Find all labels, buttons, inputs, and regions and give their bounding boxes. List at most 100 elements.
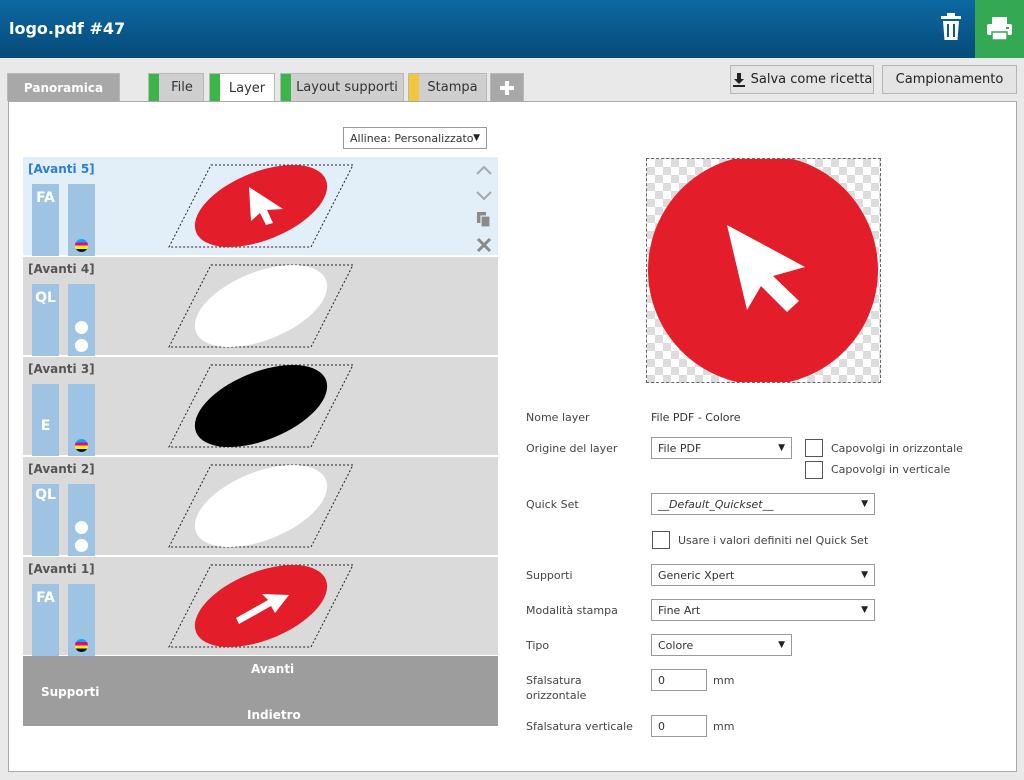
tab-layout-status-bar: [281, 74, 291, 101]
quality-tag: E: [40, 418, 51, 434]
layer-thumbnail: [168, 464, 354, 548]
ink-column: [68, 184, 95, 256]
plus-icon: [500, 80, 514, 95]
close-icon[interactable]: [473, 234, 495, 256]
quality-tag: FA: [36, 590, 55, 606]
tab-layer[interactable]: Layer: [209, 73, 275, 102]
tab-panoramica-label: Panoramica: [23, 80, 104, 95]
flip-horizontal-checkbox[interactable]: [805, 439, 823, 457]
quality-column: FA: [32, 184, 59, 256]
quality-column: QL: [32, 284, 59, 356]
flip-horizontal-label: Capovolgi in orizzontale: [831, 442, 963, 455]
tab-layer-label: Layer: [228, 80, 266, 96]
printer-icon: [987, 17, 1012, 41]
quality-column: QL: [32, 484, 59, 556]
ink-column: [68, 284, 95, 356]
chevron-down-icon: ▼: [861, 570, 868, 580]
ink-column: [68, 484, 95, 556]
copy-icon[interactable]: [473, 209, 495, 231]
layer-name: [Avanti 4]: [28, 262, 95, 276]
layer-thumbnail: [168, 564, 354, 648]
layer-name: [Avanti 1]: [28, 562, 95, 576]
layer-thumbnail: [168, 164, 354, 248]
supporti-select[interactable]: Generic Xpert ▼: [651, 564, 875, 586]
layer-row[interactable]: [Avanti 5] FA: [23, 157, 498, 256]
chevron-down-icon[interactable]: [473, 184, 495, 206]
tab-stampa-label: Stampa: [427, 80, 478, 95]
delete-button[interactable]: [930, 8, 972, 48]
sfalsatura-orizzontale-input[interactable]: 0: [651, 669, 707, 691]
chevron-down-icon: ▼: [778, 443, 785, 453]
chevron-down-icon: ▼: [473, 133, 480, 143]
sfalsatura-verticale-input[interactable]: 0: [651, 715, 707, 737]
sfalsatura-orizzontale-label-line2: orizzontale: [526, 689, 587, 702]
ink-column: [68, 384, 95, 456]
tipo-value: Colore: [658, 638, 694, 652]
tipo-label: Tipo: [526, 639, 550, 652]
quickset-value: __Default_Quickset__: [658, 497, 774, 511]
origine-layer-label: Origine del layer: [526, 442, 618, 455]
tab-layout-label: Layout supporti: [296, 80, 398, 95]
quality-tag: QL: [35, 487, 56, 503]
chevron-down-icon: ▼: [861, 605, 868, 615]
layer-row[interactable]: [Avanti 2] QL: [23, 457, 498, 556]
quality-tag: FA: [36, 190, 55, 206]
cmyk-icon: [75, 639, 88, 652]
quality-column: FA: [32, 584, 59, 656]
supporti-section: Avanti Supporti Indietro: [23, 656, 498, 726]
save-recipe-label: Salva come ricetta: [750, 72, 873, 87]
white-ink-dot: [75, 521, 88, 534]
chevron-down-icon: ▼: [861, 499, 868, 509]
tipo-select[interactable]: Colore ▼: [651, 634, 792, 656]
align-select[interactable]: Allinea: Personalizzato ▼: [343, 127, 487, 149]
use-quickset-values-checkbox[interactable]: [652, 531, 670, 549]
use-quickset-values-label: Usare i valori definiti nel Quick Set: [678, 534, 869, 547]
print-button[interactable]: [975, 0, 1024, 58]
layer-name: [Avanti 5]: [28, 162, 95, 176]
supporti-label: Supporti: [41, 685, 100, 699]
layer-row[interactable]: [Avanti 4] QL: [23, 257, 498, 356]
tab-file-label: File: [171, 80, 193, 95]
layer-name: [Avanti 3]: [28, 362, 95, 376]
quality-column: E: [32, 384, 59, 456]
tab-stampa[interactable]: Stampa: [408, 73, 487, 101]
save-recipe-button[interactable]: Salva come ricetta: [730, 65, 874, 94]
layer-thumbnail: [168, 264, 354, 348]
layer-tools: [473, 159, 495, 259]
flip-vertical-label: Capovolgi in verticale: [831, 463, 951, 476]
cmyk-icon: [75, 439, 88, 452]
modalita-stampa-value: Fine Art: [658, 603, 701, 617]
nome-layer-value: File PDF - Colore: [651, 411, 741, 424]
quality-tag: QL: [35, 290, 56, 306]
ink-column: [68, 584, 95, 656]
origine-layer-value: File PDF: [658, 441, 702, 455]
layer-row[interactable]: [Avanti 3] E: [23, 357, 498, 456]
align-select-value: Allinea: Personalizzato: [350, 131, 474, 145]
origine-layer-select[interactable]: File PDF ▼: [651, 437, 792, 459]
trash-icon: [941, 13, 961, 40]
modalita-stampa-select[interactable]: Fine Art ▼: [651, 599, 875, 621]
chevron-down-icon: ▼: [778, 640, 785, 650]
layer-row[interactable]: [Avanti 1] FA: [23, 557, 498, 656]
tab-file-status-bar: [149, 74, 159, 101]
chevron-up-icon[interactable]: [473, 159, 495, 181]
white-ink-dot: [75, 339, 88, 352]
sfalsatura-orizzontale-label-line1: Sfalsatura: [526, 674, 582, 687]
indietro-label: Indietro: [247, 708, 301, 722]
campionamento-button[interactable]: Campionamento: [882, 65, 1017, 94]
layer-name: [Avanti 2]: [28, 462, 95, 476]
nome-layer-label: Nome layer: [526, 411, 590, 424]
add-tab-button[interactable]: [490, 73, 524, 101]
tab-panoramica[interactable]: Panoramica: [7, 73, 120, 101]
download-icon: [732, 72, 745, 87]
unit-mm-label: mm: [713, 720, 735, 733]
quickset-select[interactable]: __Default_Quickset__ ▼: [651, 493, 875, 515]
supporti-value: Generic Xpert: [658, 568, 735, 582]
flip-vertical-checkbox[interactable]: [805, 461, 823, 479]
layer-preview: [646, 155, 881, 385]
sfalsatura-verticale-label: Sfalsatura verticale: [526, 720, 633, 733]
tab-layout-supporti[interactable]: Layout supporti: [280, 73, 404, 101]
white-ink-dot: [75, 321, 88, 334]
document-title: logo.pdf #47: [9, 19, 126, 38]
tab-file[interactable]: File: [148, 73, 204, 101]
